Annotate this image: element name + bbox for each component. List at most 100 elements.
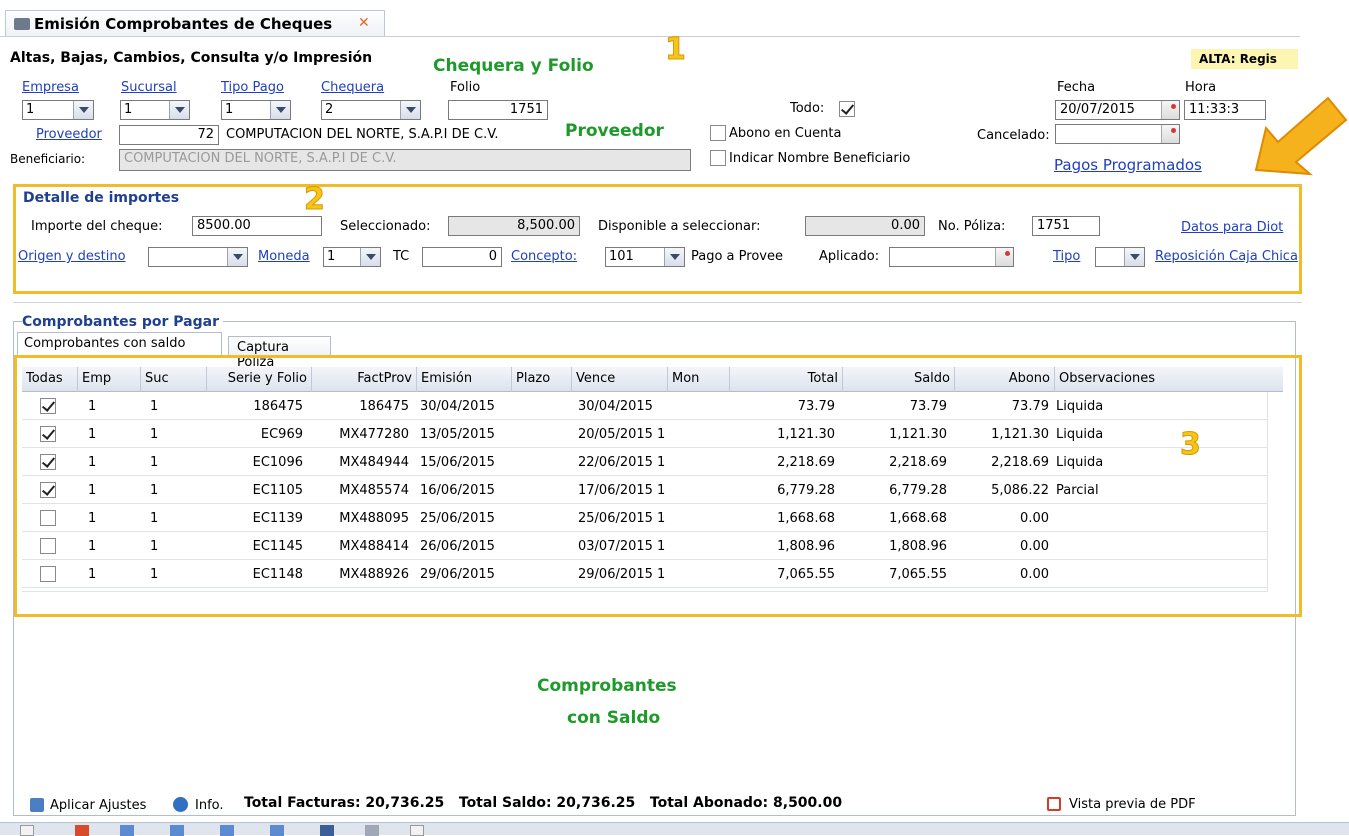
empresa-link[interactable]: Empresa xyxy=(22,80,79,95)
sucursal-select[interactable]: 1 xyxy=(120,100,190,120)
importe-input[interactable]: 8500.00 xyxy=(192,216,322,236)
delete-icon[interactable] xyxy=(75,825,89,836)
tipo-pago-link[interactable]: Tipo Pago xyxy=(221,80,284,95)
tab-comprobantes-con-saldo[interactable]: Comprobantes con saldo xyxy=(17,332,222,356)
cancelado-label: Cancelado: xyxy=(977,128,1050,143)
chevron-down-icon[interactable] xyxy=(360,248,380,266)
abono-cuenta-checkbox[interactable] xyxy=(710,125,726,141)
window-tab[interactable]: Emisión Comprobantes de Cheques ✕ xyxy=(5,10,385,36)
datos-diot-link[interactable]: Datos para Diot xyxy=(1181,220,1283,235)
document-icon[interactable] xyxy=(410,825,424,836)
calendar-icon[interactable] xyxy=(1161,101,1179,119)
tab-title: Emisión Comprobantes de Cheques xyxy=(34,15,333,33)
next-icon[interactable] xyxy=(220,825,234,836)
bottom-toolbar xyxy=(0,822,1349,836)
arrow-icon xyxy=(1248,90,1348,180)
refresh-icon[interactable] xyxy=(365,825,379,836)
aplicado-input[interactable] xyxy=(889,247,1014,267)
close-icon[interactable]: ✕ xyxy=(358,15,370,31)
annotation-number-2: 2 xyxy=(304,182,326,218)
tipo-pago-select[interactable]: 1 xyxy=(221,100,291,120)
moneda-value: 1 xyxy=(327,249,336,264)
seleccionado-label: Seleccionado: xyxy=(340,219,431,234)
save-icon[interactable] xyxy=(320,825,334,836)
hora-label: Hora xyxy=(1185,80,1217,95)
pagos-programados-link[interactable]: Pagos Programados xyxy=(1054,156,1202,174)
chevron-down-icon[interactable] xyxy=(73,101,93,119)
mode-badge: ALTA: Regis xyxy=(1191,49,1298,69)
moneda-select[interactable]: 1 xyxy=(323,247,381,267)
tipo-link[interactable]: Tipo xyxy=(1053,249,1080,264)
beneficiario-input[interactable]: COMPUTACION DEL NORTE, S.A.P.I DE C.V. xyxy=(119,149,691,171)
info-button[interactable]: Info. xyxy=(195,798,224,813)
aplicar-ajustes-icon xyxy=(30,798,44,812)
printer-icon xyxy=(14,18,30,30)
sucursal-link[interactable]: Sucursal xyxy=(121,80,177,95)
proveedor-input[interactable]: 72 xyxy=(119,125,219,145)
chevron-down-icon[interactable] xyxy=(270,101,290,119)
abono-cuenta-label: Abono en Cuenta xyxy=(729,126,842,141)
first-icon[interactable] xyxy=(120,825,134,836)
chevron-down-icon[interactable] xyxy=(169,101,189,119)
calendar-icon[interactable] xyxy=(995,248,1013,266)
reposicion-caja-link[interactable]: Reposición Caja Chica xyxy=(1155,249,1298,264)
moneda-link[interactable]: Moneda xyxy=(258,249,310,264)
comprobantes-highlight xyxy=(14,355,1302,617)
tab-captura-poliza[interactable]: Captura Póliza xyxy=(228,336,331,370)
chequera-value: 2 xyxy=(325,102,334,117)
detalle-legend: Detalle de importes xyxy=(23,190,180,206)
detalle-panel xyxy=(13,184,1302,294)
tc-input[interactable]: 0 xyxy=(422,247,502,267)
importe-label: Importe del cheque: xyxy=(31,219,163,234)
todo-checkbox[interactable] xyxy=(839,101,855,117)
tab-label: Comprobantes con saldo xyxy=(24,336,186,351)
annotation-number-1: 1 xyxy=(665,32,687,68)
sucursal-value: 1 xyxy=(124,102,133,117)
comprobantes-legend: Comprobantes por Pagar xyxy=(22,314,223,330)
seleccionado-input: 8,500.00 xyxy=(448,216,580,236)
folio-input[interactable]: 1751 xyxy=(448,100,548,120)
poliza-label: No. Póliza: xyxy=(938,219,1006,234)
beneficiario-label: Beneficiario: xyxy=(10,152,86,166)
aplicar-ajustes-button[interactable]: Aplicar Ajustes xyxy=(50,798,146,813)
poliza-input[interactable]: 1751 xyxy=(1032,216,1100,236)
annotation-number-3: 3 xyxy=(1180,427,1202,463)
pdf-icon xyxy=(1047,797,1061,811)
calendar-icon[interactable] xyxy=(1161,125,1179,143)
cancelado-input[interactable] xyxy=(1055,124,1180,144)
header-bar: Altas, Bajas, Cambios, Consulta y/o Impr… xyxy=(8,40,1298,78)
aplicado-label: Aplicado: xyxy=(819,249,880,264)
indicar-nombre-checkbox[interactable] xyxy=(710,150,726,166)
empresa-value: 1 xyxy=(26,102,35,117)
fecha-value: 20/07/2015 xyxy=(1060,102,1135,117)
tipo-select[interactable] xyxy=(1095,247,1145,267)
annotation-chequera-folio: Chequera y Folio xyxy=(433,56,594,76)
annotation-comprobantes: Comprobantes xyxy=(537,676,677,696)
origen-destino-link[interactable]: Origen y destino xyxy=(18,249,126,264)
fecha-input[interactable]: 20/07/2015 xyxy=(1055,100,1180,120)
annotation-con-saldo: con Saldo xyxy=(567,708,661,728)
chevron-down-icon[interactable] xyxy=(1124,248,1144,266)
chevron-down-icon[interactable] xyxy=(400,101,420,119)
chequera-link[interactable]: Chequera xyxy=(321,80,384,95)
empresa-select[interactable]: 1 xyxy=(22,100,94,120)
concepto-select[interactable]: 101 xyxy=(605,247,685,267)
indicar-nombre-label: Indicar Nombre Beneficiario xyxy=(729,151,911,166)
fecha-label: Fecha xyxy=(1057,80,1096,95)
chequera-select[interactable]: 2 xyxy=(321,100,421,120)
proveedor-link[interactable]: Proveedor xyxy=(36,127,102,142)
proveedor-name: COMPUTACION DEL NORTE, S.A.P.I DE C.V. xyxy=(226,127,499,142)
annotation-proveedor: Proveedor xyxy=(565,121,664,141)
concepto-value: 101 xyxy=(609,249,634,264)
detalle-divider xyxy=(13,302,1302,303)
concepto-link[interactable]: Concepto: xyxy=(511,249,577,264)
prev-icon[interactable] xyxy=(170,825,184,836)
chevron-down-icon[interactable] xyxy=(227,248,247,266)
origen-select[interactable] xyxy=(148,247,248,267)
vista-previa-pdf-button[interactable]: Vista previa de PDF xyxy=(1069,797,1196,812)
last-icon[interactable] xyxy=(270,825,284,836)
new-icon[interactable] xyxy=(20,825,34,836)
totales-text: Total Facturas: 20,736.25 Total Saldo: 2… xyxy=(244,795,843,811)
concepto-description: Pago a Provee xyxy=(691,249,783,264)
chevron-down-icon[interactable] xyxy=(664,248,684,266)
